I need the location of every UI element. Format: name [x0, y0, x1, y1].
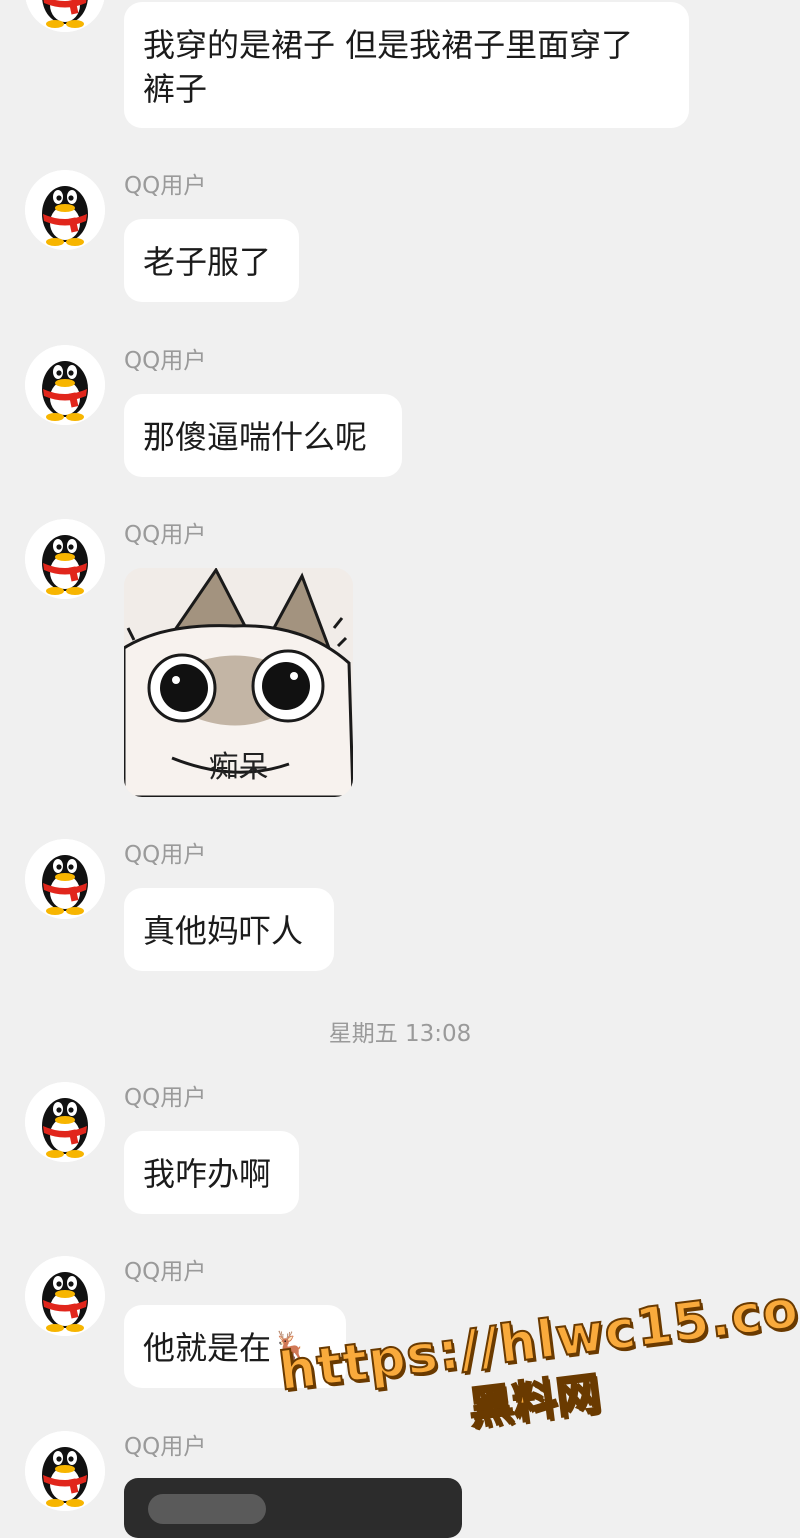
- message-text: 他就是在🦌: [143, 1329, 311, 1367]
- sender-name: QQ用户: [124, 1259, 207, 1285]
- sticker-image[interactable]: 痴呆: [124, 568, 353, 797]
- watermark-brand: 黑料网: [465, 1367, 604, 1436]
- message-text: 我咋办啊: [143, 1155, 272, 1193]
- watermark: https://hlwc15.com 黑料网: [275, 1272, 800, 1510]
- avatar-penguin-icon[interactable]: [25, 839, 105, 919]
- timestamp-divider: 星期五 13:08: [328, 1021, 472, 1047]
- sender-name: QQ用户: [124, 522, 207, 548]
- sender-name: QQ用户: [124, 348, 207, 374]
- message-text: 老子服了: [143, 243, 272, 281]
- sticker-caption: 痴呆: [208, 750, 269, 785]
- avatar-penguin-icon[interactable]: [25, 1256, 105, 1336]
- video-thumbnail-icon[interactable]: [124, 1478, 462, 1538]
- sender-name: QQ用户: [124, 842, 207, 868]
- watermark-url: https://hlwc15.com: [275, 1272, 800, 1404]
- message-bubble[interactable]: 他就是在🦌: [124, 1305, 346, 1388]
- message-bubble[interactable]: 我咋办啊: [124, 1131, 299, 1214]
- sender-name: QQ用户: [124, 1085, 207, 1111]
- message-text: 那傻逼喘什么呢: [143, 418, 368, 456]
- avatar-penguin-icon[interactable]: [25, 1082, 105, 1162]
- avatar-penguin-icon[interactable]: [25, 0, 105, 32]
- message-bubble[interactable]: 老子服了: [124, 219, 299, 302]
- message-text: 真他妈吓人: [143, 912, 304, 950]
- video-duration-badge: [148, 1494, 266, 1524]
- message-text-line-2: 裤子: [143, 70, 208, 108]
- sender-name: QQ用户: [124, 1434, 207, 1460]
- message-bubble[interactable]: 那傻逼喘什么呢: [124, 394, 402, 477]
- avatar-penguin-icon[interactable]: [25, 1431, 105, 1511]
- message-bubble[interactable]: 我穿的是裙子 但是我裙子里面穿了 裤子: [124, 2, 689, 128]
- avatar-penguin-icon[interactable]: [25, 519, 105, 599]
- message-text-line-1: 我穿的是裙子 但是我裙子里面穿了: [143, 26, 634, 64]
- avatar-penguin-icon[interactable]: [25, 345, 105, 425]
- message-bubble[interactable]: 真他妈吓人: [124, 888, 334, 971]
- sender-name: QQ用户: [124, 173, 207, 199]
- avatar-penguin-icon[interactable]: [25, 170, 105, 250]
